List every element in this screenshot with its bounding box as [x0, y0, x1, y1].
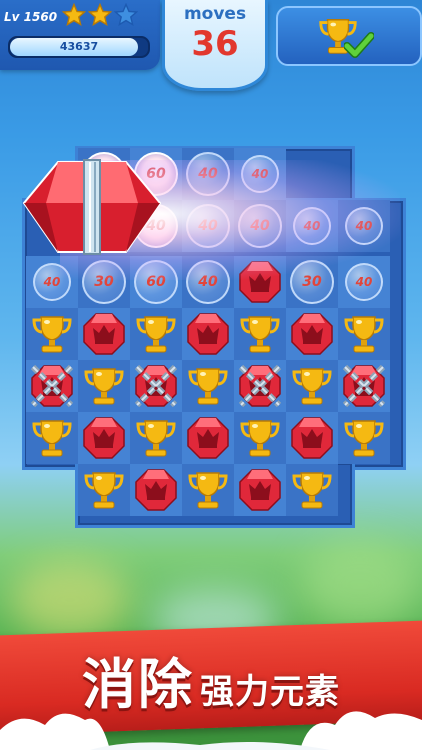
- score-value: 43637: [59, 40, 99, 53]
- bubble-blocker-cell[interactable]: 40: [286, 200, 338, 252]
- trophy-piece-icon: [292, 368, 332, 405]
- bubble-score: 40: [345, 263, 383, 301]
- star-empty-icon: [114, 3, 138, 26]
- chained-ruby-piece[interactable]: [26, 360, 78, 412]
- trophy-piece-icon: [188, 472, 228, 509]
- bubble-score: 40: [293, 207, 331, 245]
- chained-ruby-piece[interactable]: [130, 360, 182, 412]
- chain-lock-icon: [342, 364, 386, 408]
- trophy-piece-icon: [344, 420, 384, 457]
- bubble-blocker-cell[interactable]: 40: [234, 148, 286, 200]
- ruby-piece[interactable]: [78, 412, 130, 464]
- bubble-blocker-cell[interactable]: 30: [78, 256, 130, 308]
- trophy-piece-icon: [292, 472, 332, 509]
- trophy-piece[interactable]: [234, 308, 286, 360]
- trophy-piece[interactable]: [130, 308, 182, 360]
- trophy-piece-icon: [84, 368, 124, 405]
- trophy-piece[interactable]: [286, 464, 338, 516]
- ruby-piece[interactable]: [286, 412, 338, 464]
- trophy-piece[interactable]: [78, 464, 130, 516]
- promo-banner-text: 消除 强力元素: [0, 640, 422, 719]
- trophy-piece[interactable]: [78, 360, 130, 412]
- star-rating: [62, 3, 138, 27]
- bubble-score: 40: [186, 260, 230, 304]
- ruby-piece-icon: [291, 417, 333, 459]
- ruby-piece-icon: [291, 313, 333, 355]
- star-filled-icon: [62, 3, 86, 26]
- score-progress-bar: 43637: [8, 36, 150, 58]
- chained-ruby-piece[interactable]: [234, 360, 286, 412]
- bubble-blocker-cell[interactable]: 40: [338, 200, 390, 252]
- trophy-piece-icon: [136, 316, 176, 353]
- bubble-blocker-cell[interactable]: 40: [182, 200, 234, 252]
- trophy-piece-icon: [84, 472, 124, 509]
- ruby-piece-icon: [187, 313, 229, 355]
- star-filled-icon: [88, 3, 112, 26]
- background-light: [300, 540, 420, 630]
- chain-lock-icon: [238, 364, 282, 408]
- bubble-blocker-cell[interactable]: 40: [26, 256, 78, 308]
- moves-label: moves: [183, 4, 247, 24]
- bubble-blocker-cell[interactable]: 40: [234, 200, 286, 252]
- bubble-score: 30: [82, 260, 126, 304]
- trophy-piece-icon: [240, 420, 280, 457]
- ruby-piece[interactable]: [182, 308, 234, 360]
- trophy-piece[interactable]: [338, 412, 390, 464]
- ruby-piece-icon: [83, 417, 125, 459]
- background-light: [10, 560, 130, 640]
- chain-lock-icon: [30, 364, 74, 408]
- trophy-piece-icon: [32, 316, 72, 353]
- bubble-blocker-cell[interactable]: 40: [182, 148, 234, 200]
- ruby-piece-icon: [83, 313, 125, 355]
- chained-ruby-piece[interactable]: [338, 360, 390, 412]
- trophy-piece[interactable]: [234, 412, 286, 464]
- bubble-score: 40: [345, 207, 383, 245]
- ruby-piece[interactable]: [234, 464, 286, 516]
- trophy-piece-icon: [344, 316, 384, 353]
- bubble-score: 40: [241, 155, 279, 193]
- ruby-piece-icon: [187, 417, 229, 459]
- level-goal-button[interactable]: [276, 6, 422, 66]
- trophy-piece[interactable]: [182, 360, 234, 412]
- bubble-score: 30: [290, 260, 334, 304]
- level-panel: Lv 1560 43637: [0, 0, 160, 70]
- trophy-piece[interactable]: [338, 308, 390, 360]
- trophy-piece-icon: [136, 420, 176, 457]
- trophy-piece[interactable]: [26, 412, 78, 464]
- chain-lock-icon: [134, 364, 178, 408]
- ruby-piece-icon: [239, 469, 281, 511]
- banner-headline: 消除: [82, 653, 194, 716]
- bubble-blocker-cell[interactable]: 40: [182, 256, 234, 308]
- bubble-score: 40: [33, 263, 71, 301]
- ruby-piece-icon: [135, 469, 177, 511]
- trophy-piece-icon: [32, 420, 72, 457]
- trophy-piece[interactable]: [182, 464, 234, 516]
- level-label: Lv 1560: [4, 10, 58, 24]
- bubble-score: 40: [186, 152, 230, 196]
- bubble-score: 40: [186, 204, 230, 248]
- giant-ruby-gem: [22, 159, 162, 255]
- bubble-score: 40: [238, 204, 282, 248]
- trophy-piece-icon: [188, 368, 228, 405]
- checkmark-icon: [344, 32, 374, 58]
- bubble-blocker-cell[interactable]: 30: [286, 256, 338, 308]
- ruby-piece[interactable]: [234, 256, 286, 308]
- trophy-piece[interactable]: [26, 308, 78, 360]
- ruby-piece[interactable]: [286, 308, 338, 360]
- ruby-piece-icon: [239, 261, 281, 303]
- trophy-piece[interactable]: [130, 412, 182, 464]
- ruby-piece[interactable]: [78, 308, 130, 360]
- bubble-blocker-cell[interactable]: 60: [130, 256, 182, 308]
- ruby-piece[interactable]: [130, 464, 182, 516]
- banner-subtitle: 强力元素: [200, 672, 340, 712]
- moves-counter: moves 36: [162, 0, 268, 91]
- ruby-piece[interactable]: [182, 412, 234, 464]
- trophy-piece-icon: [240, 316, 280, 353]
- moves-value: 36: [191, 24, 239, 64]
- bubble-score: 60: [134, 260, 178, 304]
- trophy-piece[interactable]: [286, 360, 338, 412]
- bubble-blocker-cell[interactable]: 40: [338, 256, 390, 308]
